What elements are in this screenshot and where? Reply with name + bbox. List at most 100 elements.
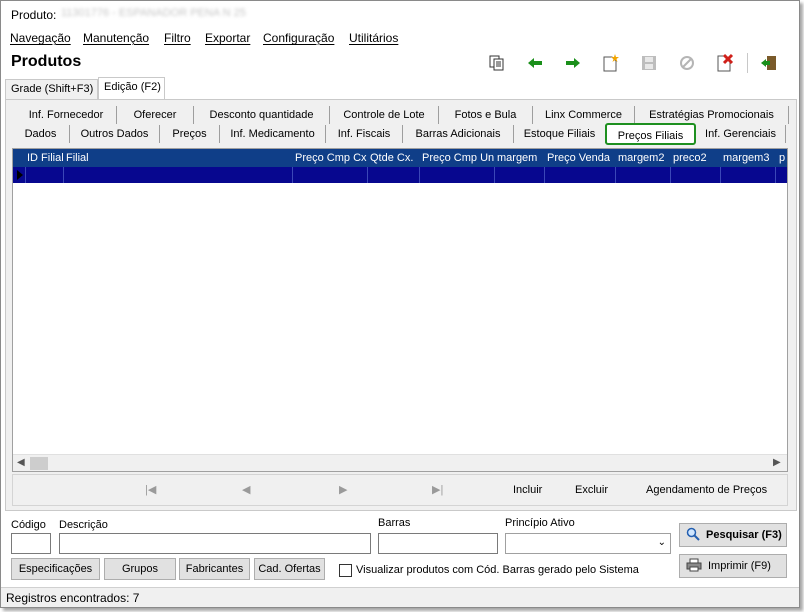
active-ingredient-select[interactable]: ⌄ xyxy=(505,533,671,554)
row-divider xyxy=(292,167,293,183)
system-barcode-checkbox[interactable] xyxy=(339,564,352,577)
menu-exportar[interactable]: Exportar xyxy=(205,31,250,45)
tab-grade[interactable]: Grade (Shift+F3) xyxy=(5,79,98,99)
col-filial[interactable]: Filial xyxy=(66,152,89,164)
grid-header: ID Filial Filial Preço Cmp Cx Qtde Cx. P… xyxy=(13,149,787,167)
scroll-thumb[interactable] xyxy=(30,457,48,470)
description-label: Descrição xyxy=(59,519,108,531)
header: Produtos xyxy=(1,49,799,77)
tab-edicao[interactable]: Edição (F2) xyxy=(98,77,165,99)
row-divider xyxy=(494,167,495,183)
row-divider xyxy=(670,167,671,183)
tab-desconto-quantidade[interactable]: Desconto quantidade xyxy=(194,106,330,124)
window-title-label: Produto: xyxy=(11,8,57,22)
specs-button[interactable]: Especificações xyxy=(11,558,100,580)
col-qtde-cx[interactable]: Qtde Cx. xyxy=(370,152,413,164)
delete-icon[interactable] xyxy=(713,51,737,75)
offers-button[interactable]: Cad. Ofertas xyxy=(254,558,325,580)
col-preco-cmp-un[interactable]: Preço Cmp Un xyxy=(422,152,494,164)
tab-precos[interactable]: Preços xyxy=(160,125,220,143)
menu-manutencao[interactable]: Manutenção xyxy=(83,31,149,45)
barcode-label: Barras xyxy=(378,517,411,529)
tab-controle-de-lote[interactable]: Controle de Lote xyxy=(330,106,439,124)
search-button[interactable]: Pesquisar (F3) xyxy=(679,523,787,547)
scroll-right-icon[interactable]: ▶ xyxy=(773,457,781,468)
col-margem3[interactable]: margem3 xyxy=(723,152,769,164)
status-bar: Registros encontrados: 7 xyxy=(1,587,799,607)
tab-precos-filiais[interactable]: Preços Filiais xyxy=(605,123,696,145)
row-indicator-icon xyxy=(17,170,23,180)
prices-grid[interactable]: ID Filial Filial Preço Cmp Cx Qtde Cx. P… xyxy=(12,148,788,472)
save-icon[interactable] xyxy=(637,51,661,75)
search-icon xyxy=(686,527,700,544)
search-button-label: Pesquisar (F3) xyxy=(706,529,782,541)
tab-inf-gerenciais[interactable]: Inf. Gerenciais xyxy=(696,125,786,143)
chevron-down-icon: ⌄ xyxy=(657,537,666,548)
tab-barras-adicionais[interactable]: Barras Adicionais xyxy=(403,125,514,143)
tab-estrategias-promocionais[interactable]: Estratégias Promocionais xyxy=(635,106,789,124)
description-field[interactable] xyxy=(59,533,371,554)
first-record-icon[interactable]: |◀ xyxy=(145,483,156,496)
col-p[interactable]: p xyxy=(779,152,785,164)
col-margem[interactable]: margem xyxy=(497,152,537,164)
table-row[interactable] xyxy=(13,167,787,183)
row-divider xyxy=(25,167,26,183)
title-bar: Produto: 11301776 - ESPANADOR PENA N 25 xyxy=(1,1,799,27)
tab-dados[interactable]: Dados xyxy=(12,125,70,143)
exit-icon[interactable] xyxy=(757,51,781,75)
include-button[interactable]: Incluir xyxy=(513,484,542,496)
next-record-icon[interactable]: ▶ xyxy=(339,483,347,496)
scroll-left-icon[interactable]: ◀ xyxy=(17,457,25,468)
printer-icon xyxy=(686,558,702,575)
tab-inf-fornecedor[interactable]: Inf. Fornecedor xyxy=(16,106,117,124)
arrow-left-icon[interactable] xyxy=(523,51,547,75)
col-preco-cmp-cx[interactable]: Preço Cmp Cx xyxy=(295,152,367,164)
row-divider xyxy=(419,167,420,183)
tab-inf-fiscais[interactable]: Inf. Fiscais xyxy=(326,125,403,143)
print-button-label: Imprimir (F9) xyxy=(708,560,771,572)
new-icon[interactable] xyxy=(599,51,623,75)
copy-icon[interactable] xyxy=(485,51,509,75)
toolbar-separator xyxy=(747,53,748,73)
menu-utilitarios[interactable]: Utilitários xyxy=(349,31,398,45)
row-divider xyxy=(63,167,64,183)
row-divider xyxy=(720,167,721,183)
col-margem2[interactable]: margem2 xyxy=(618,152,664,164)
edit-panel: Inf. Fornecedor Oferecer Desconto quanti… xyxy=(5,99,797,511)
arrow-right-icon[interactable] xyxy=(561,51,585,75)
tab-estoque-filiais[interactable]: Estoque Filiais xyxy=(514,125,606,143)
tab-inf-medicamento[interactable]: Inf. Medicamento xyxy=(220,125,326,143)
groups-button[interactable]: Grupos xyxy=(104,558,176,580)
row-divider xyxy=(775,167,776,183)
menu-bar: Navegação Manutenção Filtro Exportar Con… xyxy=(1,29,799,47)
tab-outros-dados[interactable]: Outros Dados xyxy=(70,125,160,143)
barcode-field[interactable] xyxy=(378,533,498,554)
row-divider xyxy=(615,167,616,183)
menu-navegacao[interactable]: Navegação xyxy=(10,31,71,45)
tab-linx-commerce[interactable]: Linx Commerce xyxy=(533,106,635,124)
tab-fotos-e-bula[interactable]: Fotos e Bula xyxy=(439,106,533,124)
records-found: Registros encontrados: 7 xyxy=(6,591,140,605)
col-preco2[interactable]: preco2 xyxy=(673,152,707,164)
tab-oferecer[interactable]: Oferecer xyxy=(117,106,194,124)
menu-filtro[interactable]: Filtro xyxy=(164,31,191,45)
makers-button[interactable]: Fabricantes xyxy=(179,558,250,580)
cancel-icon[interactable] xyxy=(675,51,699,75)
print-button[interactable]: Imprimir (F9) xyxy=(679,554,787,578)
horizontal-scrollbar[interactable]: ◀ ▶ xyxy=(13,454,787,471)
system-barcode-label: Visualizar produtos com Cód. Barras gera… xyxy=(356,564,639,576)
schedule-prices-button[interactable]: Agendamento de Preços xyxy=(646,484,767,496)
col-preco-venda[interactable]: Preço Venda xyxy=(547,152,610,164)
menu-configuracao[interactable]: Configuração xyxy=(263,31,334,45)
active-ingredient-label: Princípio Ativo xyxy=(505,517,575,529)
delete-button[interactable]: Excluir xyxy=(575,484,608,496)
tab-row-2: Dados Outros Dados Preços Inf. Medicamen… xyxy=(6,123,796,145)
window-title-product: 11301776 - ESPANADOR PENA N 25 xyxy=(61,7,246,19)
main-window: Produto: 11301776 - ESPANADOR PENA N 25 … xyxy=(0,0,800,608)
code-field[interactable] xyxy=(11,533,51,554)
prev-record-icon[interactable]: ◀ xyxy=(242,483,250,496)
page-title: Produtos xyxy=(11,53,82,70)
col-id-filial[interactable]: ID Filial xyxy=(27,152,64,164)
last-record-icon[interactable]: ▶| xyxy=(432,483,443,496)
row-divider xyxy=(544,167,545,183)
